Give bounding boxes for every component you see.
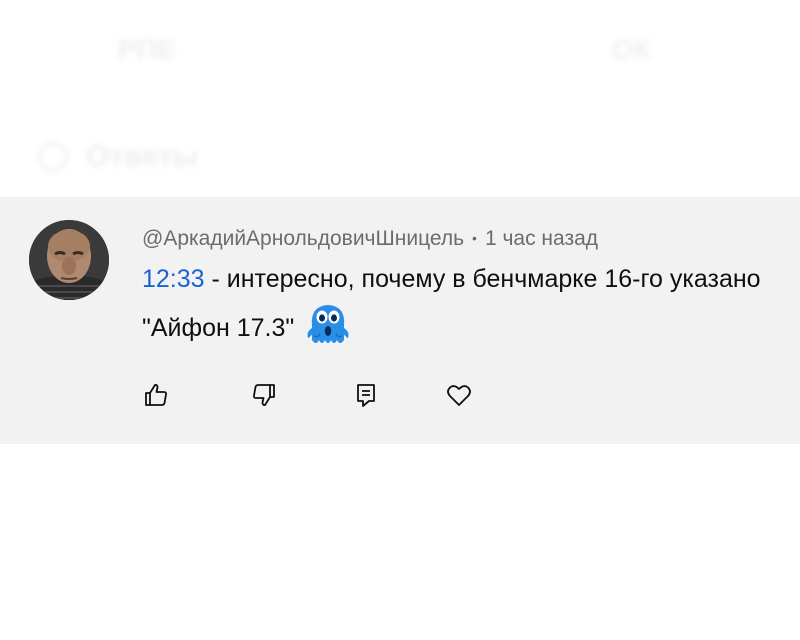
- thumbs-down-icon: [253, 384, 275, 406]
- comment-actions: [0, 379, 800, 415]
- shocked-ghost-emoji: [304, 302, 352, 348]
- dislike-button[interactable]: [248, 379, 280, 411]
- ghost-text-right: ОК: [612, 34, 651, 65]
- heart-button[interactable]: [443, 379, 475, 411]
- avatar[interactable]: [29, 220, 109, 300]
- heart-icon: [447, 385, 471, 406]
- like-button[interactable]: [140, 379, 172, 411]
- avatar-image: [29, 220, 109, 300]
- reply-button[interactable]: [350, 379, 382, 411]
- ghost-reply-icon: [38, 142, 68, 172]
- ghost-replies-label: Ответы: [86, 140, 199, 173]
- author-handle[interactable]: @АркадийАрнольдовичШницель: [142, 227, 464, 250]
- comment-card: @АркадийАрнольдовичШницель • 1 час назад 1…: [0, 197, 800, 444]
- comment-meta: @АркадийАрнольдовичШницель • 1 час назад: [142, 225, 598, 252]
- comment-text: 12:33 - интересно, почему в бенчмарке 16…: [142, 257, 782, 351]
- ghost-text-left: РПЕ: [118, 34, 176, 65]
- comment-body: - интересно, почему в бенчмарке 16-го ук…: [142, 265, 761, 342]
- timestamp-link[interactable]: 12:33: [142, 265, 205, 293]
- ghost-replies-row: Ответы: [38, 140, 199, 174]
- background-content: РПЕ ОК Ответы: [0, 0, 800, 197]
- meta-separator: •: [472, 230, 477, 246]
- thumbs-up-icon: [145, 384, 167, 406]
- comment-time: 1 час назад: [484, 227, 599, 250]
- reply-comment-icon: [357, 384, 375, 407]
